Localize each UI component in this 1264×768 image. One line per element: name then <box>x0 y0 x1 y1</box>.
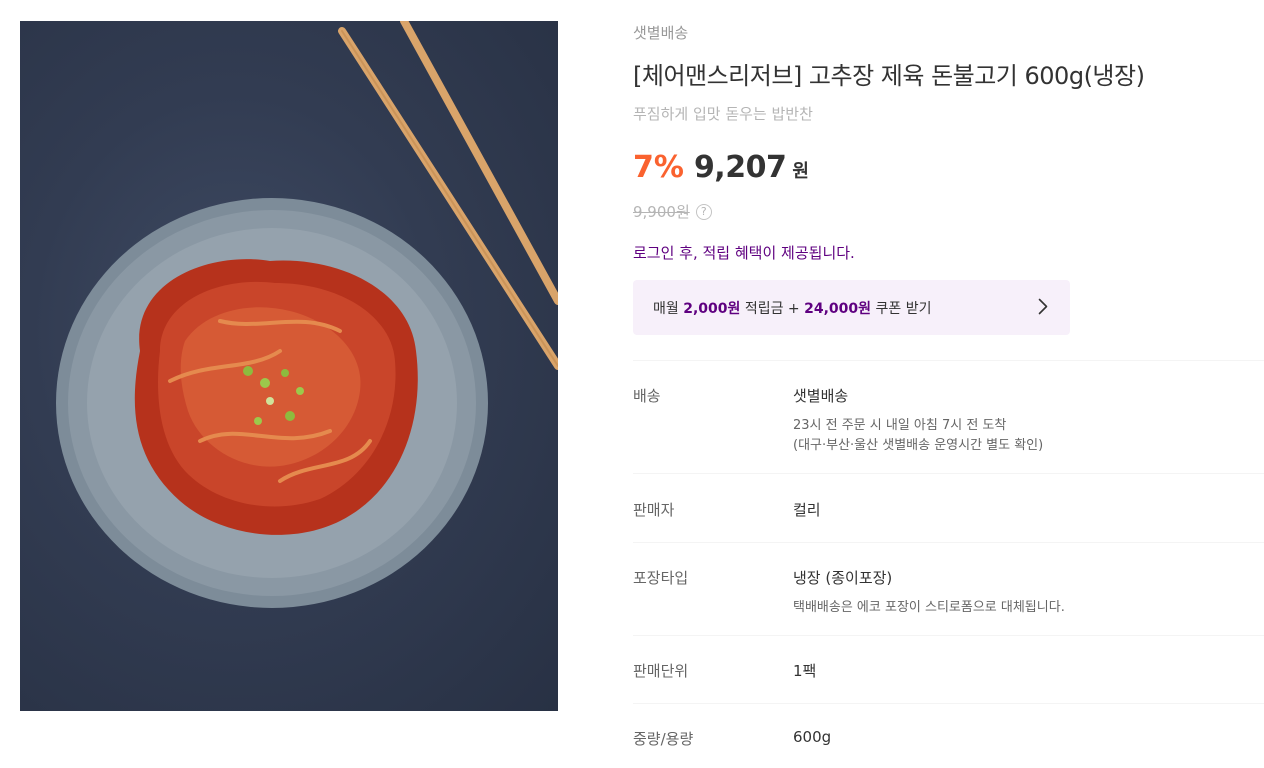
delivery-type-label: 샛별배송 <box>633 24 689 42</box>
coupon-banner-text: 매월 2,000원 적립금 + 24,000원 쿠폰 받기 <box>653 298 931 318</box>
detail-label-weight: 중량/용량 <box>633 730 694 748</box>
detail-label-seller: 판매자 <box>633 501 675 519</box>
detail-row-unit: 판매단위 1팩 <box>633 635 1264 703</box>
coupon-middle: 적립금 + <box>740 300 805 317</box>
detail-value-weight: 600g <box>793 728 832 746</box>
detail-sub-packaging-note: 택배배송은 에코 포장이 스티로폼으로 대체됩니다. <box>793 600 1065 615</box>
original-price-row: 9,900원 ? <box>633 201 712 222</box>
help-icon[interactable]: ? <box>695 203 712 220</box>
detail-value-delivery: 샛별배송 <box>793 387 849 405</box>
detail-sub-delivery-time: 23시 전 주문 시 내일 아침 7시 전 도착 <box>793 418 1007 433</box>
detail-label-packaging: 포장타입 <box>633 569 689 587</box>
detail-label-delivery: 배송 <box>633 387 661 405</box>
coupon-suffix: 쿠폰 받기 <box>871 300 932 317</box>
chevron-right-icon <box>1038 298 1048 315</box>
login-benefit-notice: 로그인 후, 적립 혜택이 제공됩니다. <box>633 244 855 262</box>
coupon-banner-button[interactable]: 매월 2,000원 적립금 + 24,000원 쿠폰 받기 <box>633 280 1070 335</box>
bulgogi-dish-photo <box>56 21 558 608</box>
detail-row-weight: 중량/용량 600g <box>633 703 1264 768</box>
original-price: 9,900원 <box>633 203 690 221</box>
sale-price: 9,207 <box>693 150 787 185</box>
product-subtitle: 푸짐하게 입맛 돋우는 밥반찬 <box>633 105 813 123</box>
currency-unit: 원 <box>792 161 809 182</box>
coupon-point-amount: 2,000원 <box>683 300 741 317</box>
product-title: [체어맨스리저브] 고추장 제육 돈불고기 600g(냉장) <box>633 62 1145 90</box>
product-image <box>20 21 558 711</box>
detail-value-packaging: 냉장 (종이포장) <box>793 569 893 587</box>
product-details-table: 배송 샛별배송 23시 전 주문 시 내일 아침 7시 전 도착 (대구·부산·… <box>633 360 1264 768</box>
detail-row-delivery: 배송 샛별배송 23시 전 주문 시 내일 아침 7시 전 도착 (대구·부산·… <box>633 360 1264 473</box>
detail-sub-delivery-note: (대구·부산·울산 샛별배송 운영시간 별도 확인) <box>793 438 1044 453</box>
coupon-prefix: 매월 <box>653 300 684 317</box>
coupon-amount: 24,000원 <box>804 300 872 317</box>
discount-rate: 7% <box>633 150 684 185</box>
detail-label-unit: 판매단위 <box>633 662 689 680</box>
detail-value-unit: 1팩 <box>793 662 817 680</box>
detail-row-packaging: 포장타입 냉장 (종이포장) 택배배송은 에코 포장이 스티로폼으로 대체됩니다… <box>633 542 1264 635</box>
price-row: 7% 9,207 원 <box>633 150 809 185</box>
detail-value-seller: 컬리 <box>793 501 821 519</box>
detail-row-seller: 판매자 컬리 <box>633 473 1264 542</box>
